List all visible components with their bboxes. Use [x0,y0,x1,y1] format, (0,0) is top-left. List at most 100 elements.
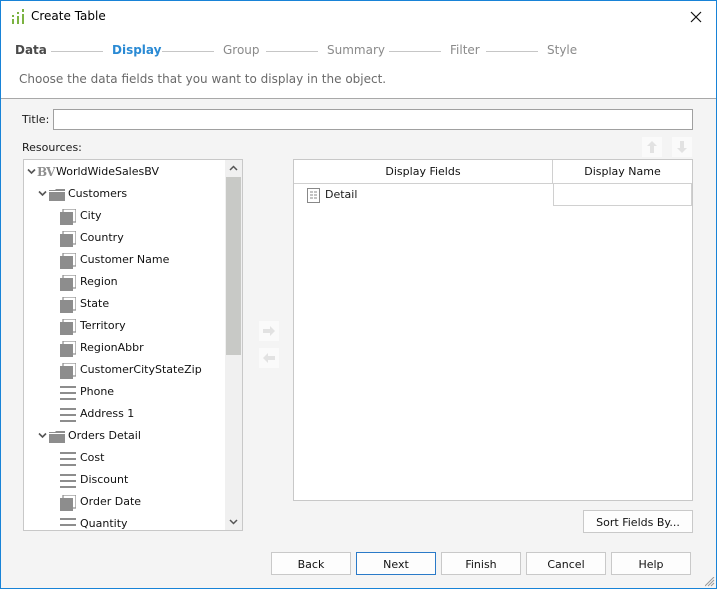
display-name-cell[interactable] [553,184,692,206]
group-object-icon [60,297,76,313]
move-up-button[interactable] [642,137,662,157]
move-down-button[interactable] [672,137,692,157]
close-icon[interactable] [684,5,708,29]
tree-item[interactable]: Discount [24,470,224,490]
tree-item[interactable]: Quantity [24,514,224,530]
tree-item[interactable]: Phone [24,382,224,402]
display-field-label: Detail [325,188,358,201]
tree-scrollbar[interactable] [225,160,242,530]
remove-field-button[interactable] [259,348,279,368]
step-connector [389,51,441,52]
finish-button[interactable]: Finish [441,552,521,575]
step-display[interactable]: Display [112,43,161,57]
folder-icon [49,189,65,201]
title-bar: Create Table [1,1,716,33]
step-connector [51,51,103,52]
step-data[interactable]: Data [15,43,47,57]
tree-item[interactable]: Customer Name [24,250,224,270]
scroll-up-button[interactable] [225,160,242,177]
chevron-down-icon [229,519,238,525]
detail-object-icon [60,408,76,422]
scroll-down-button[interactable] [225,513,242,530]
tree-item-label: Orders Detail [68,429,141,442]
tree-item-label: Cost [80,451,105,464]
tree-item[interactable]: CustomerCityStateZip [24,360,224,380]
column-header-display-name[interactable]: Display Name [553,160,692,184]
tree-item-label: RegionAbbr [80,341,144,354]
tree-item-label: CustomerCityStateZip [80,363,202,376]
arrow-up-icon [647,141,657,153]
step-connector [162,51,214,52]
resize-grip-icon[interactable] [705,577,715,587]
tree-folder[interactable]: Customers [24,184,224,204]
resources-tree[interactable]: BV WorldWideSalesBV Customers City Country Cu… [23,159,243,531]
tree-item-label: Territory [80,319,126,332]
tree-item[interactable]: Territory [24,316,224,336]
group-object-icon [60,319,76,335]
tree-item[interactable]: Region [24,272,224,292]
tree-item-label: Customers [68,187,128,200]
group-object-icon [60,341,76,357]
window-title: Create Table [31,9,106,23]
tree-item[interactable]: Country [24,228,224,248]
arrow-down-icon [677,141,687,153]
sort-fields-button[interactable]: Sort Fields By... [583,510,693,533]
add-field-button[interactable] [259,321,279,341]
title-input[interactable] [53,109,693,130]
tree-item[interactable]: Cost [24,448,224,468]
step-filter[interactable]: Filter [450,43,480,57]
tree-item[interactable]: RegionAbbr [24,338,224,358]
tree-folder[interactable]: Orders Detail [24,426,224,446]
tree-item-label: Phone [80,385,115,398]
chevron-up-icon [229,165,238,171]
group-object-icon [60,275,76,291]
group-object-icon [60,363,76,379]
tree-root[interactable]: BV WorldWideSalesBV [24,162,224,182]
chevron-down-icon[interactable] [27,168,36,175]
tree-item[interactable]: City [24,206,224,226]
tree-item[interactable]: Order Date [24,492,224,512]
chevron-down-icon[interactable] [38,190,47,197]
detail-object-icon [60,452,76,466]
tree-item[interactable]: State [24,294,224,314]
arrow-left-icon [263,353,275,363]
detail-object-icon [60,474,76,488]
business-view-icon: BV [37,165,55,179]
tree-item-label: Address 1 [80,407,135,420]
group-object-icon [60,231,76,247]
arrow-right-icon [263,326,275,336]
tree-item-label: WorldWideSalesBV [56,165,159,178]
resources-label: Resources: [22,141,82,154]
step-style[interactable]: Style [547,43,577,57]
scroll-thumb[interactable] [226,177,241,355]
wizard-header: Data Display Group Summary Filter Style … [1,33,716,99]
back-button[interactable]: Back [271,552,351,575]
tree-item-label: Region [80,275,118,288]
group-object-icon [60,495,76,511]
tree-item-label: Customer Name [80,253,170,266]
detail-section-icon [307,188,320,203]
wizard-steps: Data Display Group Summary Filter Style [15,43,705,59]
step-group[interactable]: Group [223,43,260,57]
detail-object-icon [60,518,76,526]
group-object-icon [60,253,76,269]
step-summary[interactable]: Summary [327,43,385,57]
tree-item-label: Country [80,231,124,244]
group-object-icon [60,209,76,225]
tree-item-label: State [80,297,110,310]
chart-bars-icon [12,9,24,24]
chevron-down-icon[interactable] [38,432,47,439]
step-connector [486,51,538,52]
display-field-cell[interactable]: Detail [294,184,553,206]
tree-item-label: City [80,209,102,222]
cancel-button[interactable]: Cancel [526,552,606,575]
column-header-display-fields[interactable]: Display Fields [294,160,553,184]
create-table-dialog: Create Table Data Display Group Summary … [0,0,717,589]
display-fields-grid[interactable]: Display Fields Display Name Detail [293,159,693,501]
tree-item[interactable]: Address 1 [24,404,224,424]
help-button[interactable]: Help [611,552,691,575]
tree-item-label: Discount [80,473,129,486]
tree-item-label: Order Date [80,495,142,508]
instruction-text: Choose the data fields that you want to … [19,72,387,86]
next-button[interactable]: Next [356,552,436,575]
